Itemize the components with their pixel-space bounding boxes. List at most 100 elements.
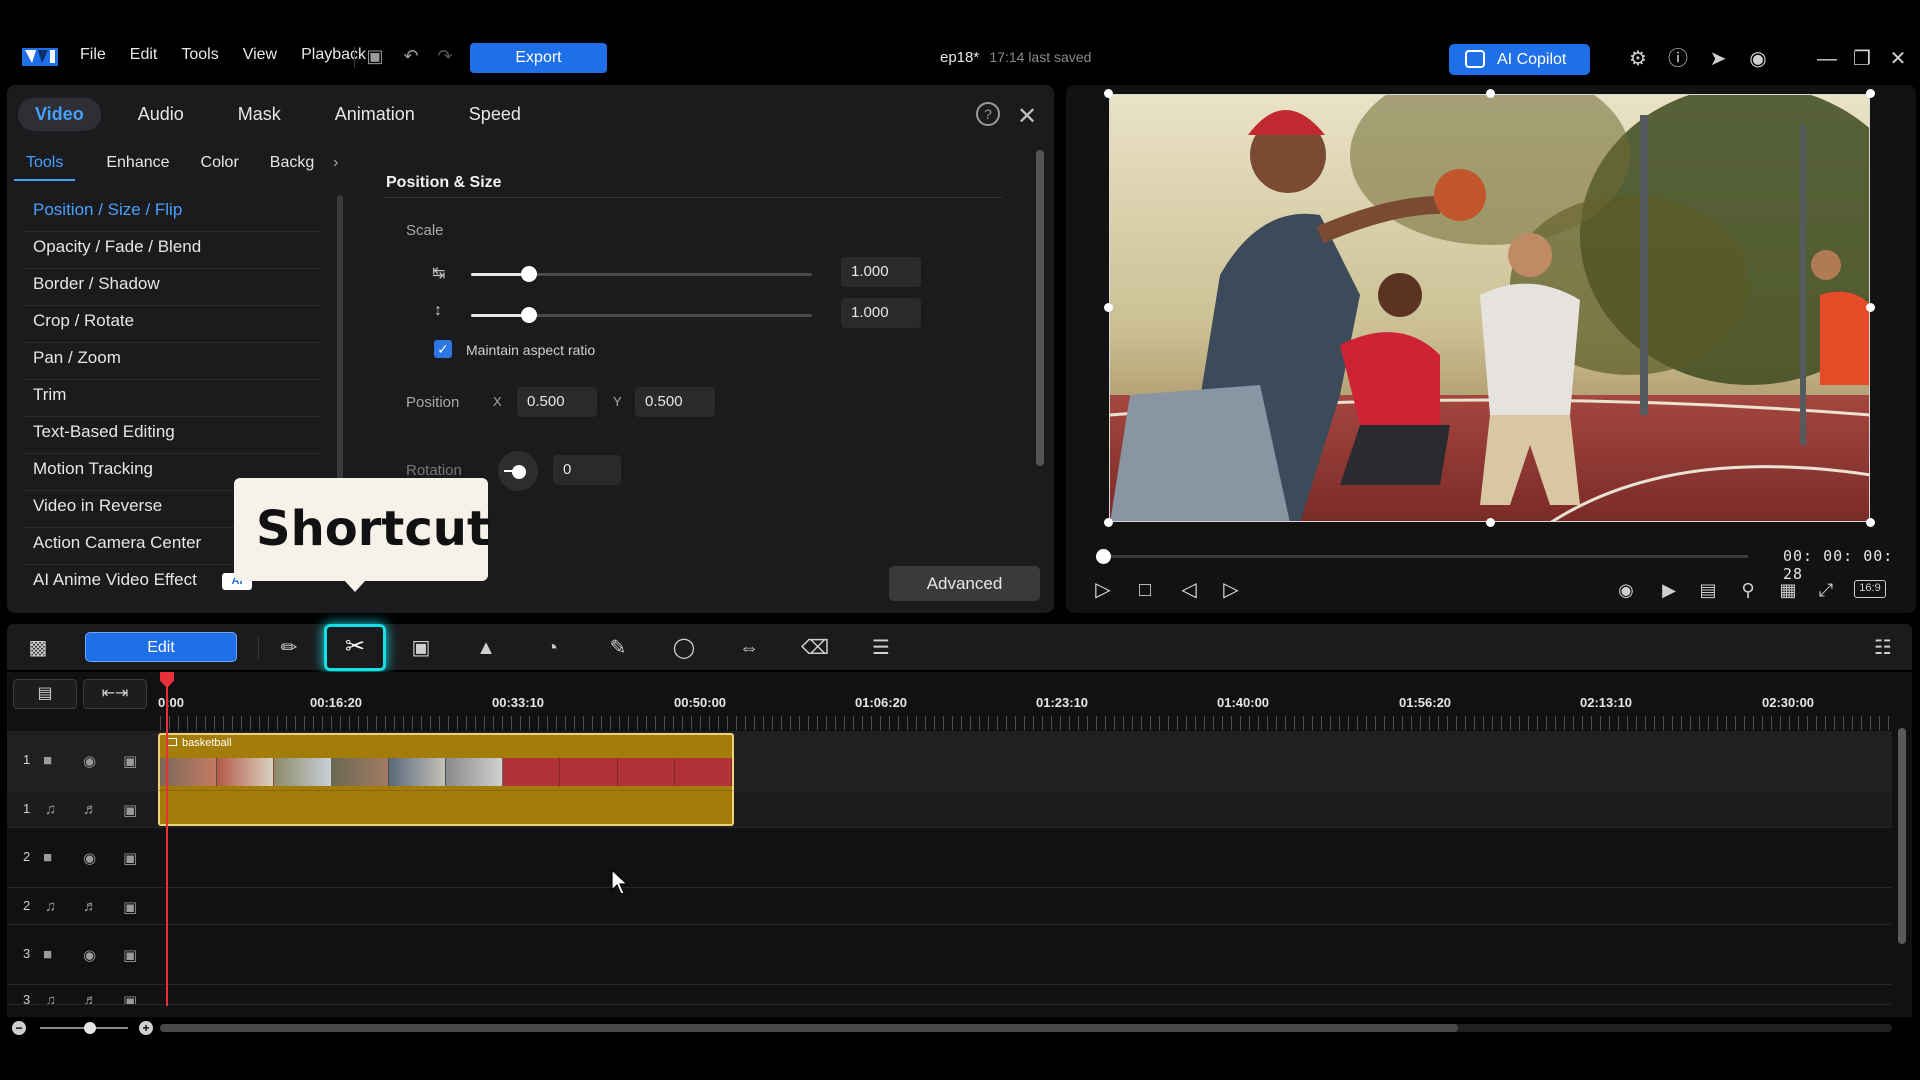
- tool-item-position-size-flip[interactable]: Position / Size / Flip: [24, 195, 320, 232]
- media-room-icon[interactable]: ▩: [23, 633, 53, 663]
- flip-icon[interactable]: ▲: [471, 633, 501, 663]
- speaker-icon[interactable]: ♬: [83, 801, 98, 818]
- subtitle-icon[interactable]: ▤: [1694, 577, 1722, 603]
- snapshot-camera-icon[interactable]: ◉: [1612, 577, 1640, 603]
- lock-icon[interactable]: ▣: [123, 849, 137, 867]
- next-frame-icon[interactable]: ▷: [1218, 577, 1244, 603]
- resize-handle-br[interactable]: [1866, 518, 1875, 527]
- properties-scrollbar[interactable]: [1036, 150, 1044, 466]
- tab-animation[interactable]: Animation: [318, 98, 432, 131]
- preview-scrubber[interactable]: [1103, 555, 1748, 558]
- save-icon[interactable]: ▣: [364, 45, 386, 67]
- tool-item-crop-rotate[interactable]: Crop / Rotate: [24, 306, 320, 343]
- tool-item-opacity[interactable]: Opacity / Fade / Blend: [24, 232, 320, 269]
- subtab-color[interactable]: Color: [201, 154, 239, 181]
- tab-mask[interactable]: Mask: [221, 98, 298, 131]
- aspect-ratio-badge[interactable]: 16:9: [1854, 580, 1886, 598]
- speaker-icon[interactable]: ♬: [83, 992, 98, 1004]
- subtab-enhance[interactable]: Enhance: [106, 154, 169, 181]
- resize-handle-bottom[interactable]: [1486, 518, 1495, 527]
- announcement-icon[interactable]: ➤: [1706, 47, 1730, 71]
- tab-video[interactable]: Video: [18, 97, 101, 131]
- preview-scrubber-knob[interactable]: [1096, 549, 1111, 564]
- maintain-aspect-checkbox[interactable]: ✓: [434, 340, 452, 358]
- lock-icon[interactable]: ▣: [123, 992, 137, 1004]
- stop-icon[interactable]: □: [1132, 577, 1158, 603]
- tool-item-trim[interactable]: Trim: [24, 380, 320, 417]
- speed-gauge-icon[interactable]: ◔: [537, 633, 567, 663]
- scale-width-input[interactable]: 1.000: [841, 257, 921, 287]
- crop-icon[interactable]: ▣: [406, 633, 436, 663]
- audio-clip[interactable]: [158, 790, 734, 826]
- timeline-horizontal-scroll-thumb[interactable]: [160, 1024, 1458, 1032]
- timeline-vertical-scrollbar[interactable]: [1898, 728, 1906, 944]
- ai-copilot-button[interactable]: AI Copilot: [1449, 44, 1590, 75]
- tab-audio[interactable]: Audio: [121, 98, 201, 131]
- menu-view[interactable]: View: [243, 46, 277, 64]
- visibility-eye-icon[interactable]: ◉: [83, 849, 96, 867]
- position-x-input[interactable]: 0.500: [517, 387, 597, 417]
- rotation-input[interactable]: 0: [553, 455, 621, 485]
- minimize-icon[interactable]: —: [1815, 47, 1839, 71]
- menu-playback[interactable]: Playback: [301, 46, 366, 64]
- previous-frame-icon[interactable]: ◁: [1176, 577, 1202, 603]
- tool-item-pan-zoom[interactable]: Pan / Zoom: [24, 343, 320, 380]
- subtab-background[interactable]: Backg: [270, 154, 314, 181]
- timeline-ruler-ticks[interactable]: [160, 716, 1892, 730]
- resize-handle-left[interactable]: [1104, 303, 1113, 312]
- tab-speed[interactable]: Speed: [452, 98, 538, 131]
- position-y-input[interactable]: 0.500: [635, 387, 715, 417]
- scale-height-slider-knob[interactable]: [521, 307, 537, 323]
- resize-handle-bl[interactable]: [1104, 518, 1113, 527]
- help-icon[interactable]: ⓘ: [1666, 47, 1690, 71]
- timeline-settings-icon[interactable]: ☷: [1868, 633, 1898, 663]
- visibility-eye-icon[interactable]: ◉: [83, 752, 96, 770]
- lock-icon[interactable]: ▣: [123, 801, 137, 819]
- resize-handle-right[interactable]: [1866, 303, 1875, 312]
- zoom-out-icon[interactable]: −: [12, 1021, 26, 1035]
- speaker-icon[interactable]: ♬: [83, 898, 98, 915]
- fullscreen-icon[interactable]: ⤢: [1812, 577, 1840, 603]
- fit-timeline-icon[interactable]: ⇤⇥: [83, 679, 147, 709]
- keyframe-edit-icon[interactable]: ✎: [603, 633, 633, 663]
- play-icon[interactable]: ▷: [1090, 577, 1116, 603]
- tool-list-scrollbar[interactable]: [337, 195, 343, 485]
- split-scissors-icon[interactable]: ✂: [324, 624, 386, 671]
- edit-button[interactable]: Edit: [85, 632, 237, 662]
- lock-icon[interactable]: ▣: [123, 752, 137, 770]
- more-tools-icon[interactable]: ☰: [866, 633, 896, 663]
- restore-icon[interactable]: ❐: [1850, 47, 1874, 71]
- lock-icon[interactable]: ▣: [123, 946, 137, 964]
- visibility-eye-icon[interactable]: ◉: [83, 946, 96, 964]
- menu-tools[interactable]: Tools: [181, 46, 218, 64]
- resize-handle-tr[interactable]: [1866, 89, 1875, 98]
- settings-gear-icon[interactable]: ⚙: [1626, 47, 1650, 71]
- pen-tool-icon[interactable]: ✏: [274, 633, 304, 663]
- zoom-in-icon[interactable]: +: [139, 1021, 153, 1035]
- resize-handle-tl[interactable]: [1104, 89, 1113, 98]
- render-preview-icon[interactable]: ▶: [1655, 577, 1683, 603]
- tool-item-text-based-editing[interactable]: Text-Based Editing: [24, 417, 320, 454]
- account-icon[interactable]: ◉: [1746, 47, 1770, 71]
- tool-item-border-shadow[interactable]: Border / Shadow: [24, 269, 320, 306]
- resize-handle-top[interactable]: [1486, 89, 1495, 98]
- mask-shield-icon[interactable]: ◯: [669, 633, 699, 663]
- export-button[interactable]: Export: [470, 43, 607, 73]
- track-manager-icon[interactable]: ▤: [13, 679, 77, 709]
- subtab-tools[interactable]: Tools: [14, 154, 76, 181]
- undo-icon[interactable]: ↶: [400, 45, 422, 67]
- panel-help-icon[interactable]: ?: [976, 102, 1000, 126]
- close-window-icon[interactable]: ✕: [1886, 47, 1910, 71]
- video-preview[interactable]: [1109, 94, 1870, 522]
- delete-trash-icon[interactable]: ⌫: [800, 633, 830, 663]
- menu-edit[interactable]: Edit: [130, 46, 158, 64]
- zoom-preview-icon[interactable]: ⚲: [1734, 577, 1762, 603]
- audio-sync-icon[interactable]: ⇔: [734, 633, 764, 663]
- redo-icon[interactable]: ↷: [434, 45, 456, 67]
- layout-icon[interactable]: ▦: [1774, 577, 1802, 603]
- scale-height-input[interactable]: 1.000: [841, 298, 921, 328]
- scale-width-slider-knob[interactable]: [521, 266, 537, 282]
- panel-close-icon[interactable]: ✕: [1017, 102, 1037, 131]
- timeline-zoom-knob[interactable]: [84, 1022, 96, 1034]
- advanced-button[interactable]: Advanced: [889, 566, 1040, 601]
